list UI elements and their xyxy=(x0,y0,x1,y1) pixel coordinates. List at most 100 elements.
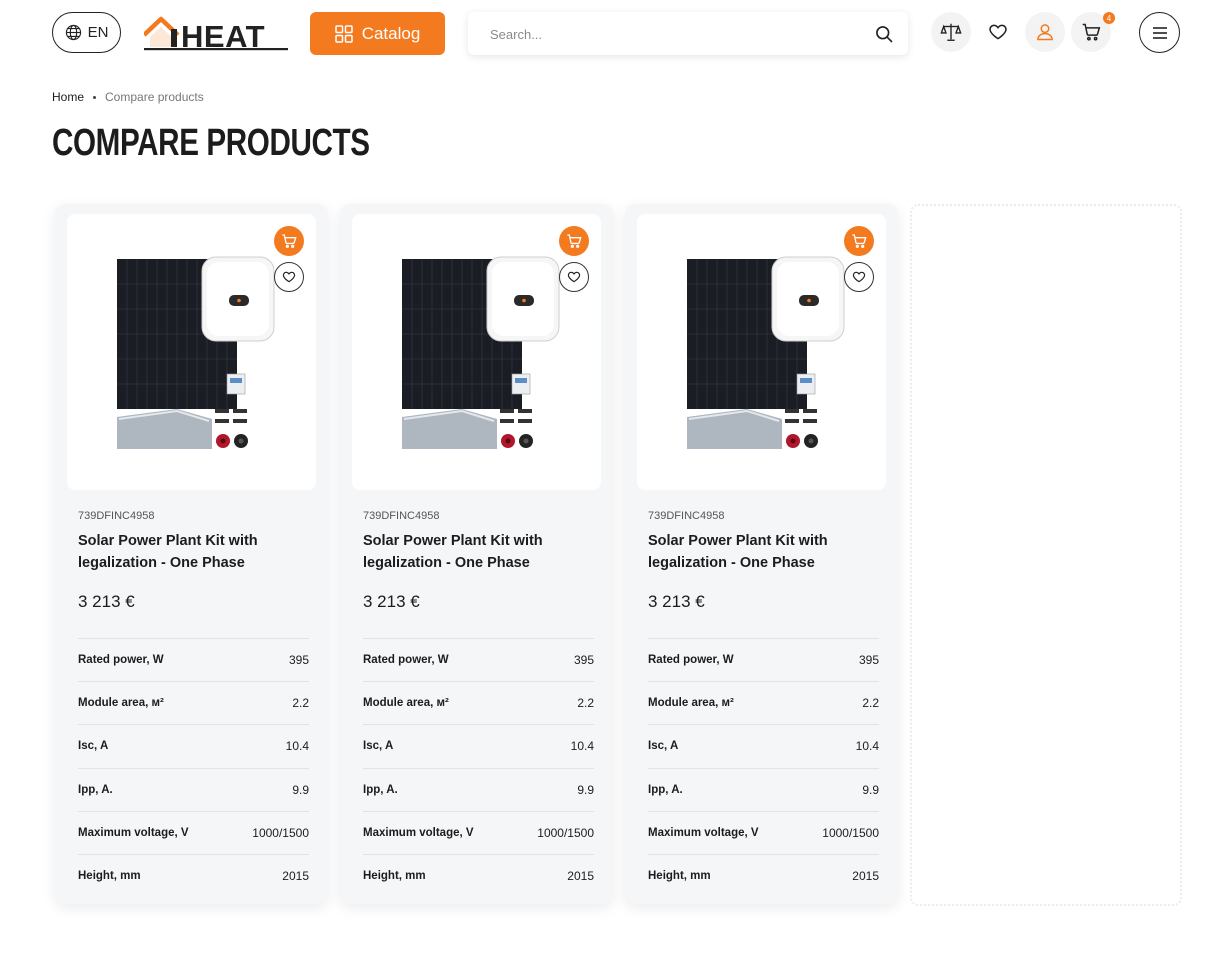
spec-row: Height, mm 2015 xyxy=(363,853,594,897)
spec-row: Maximum voltage, V 1000/1500 xyxy=(363,810,594,854)
site-header: EN HEAT Catalog Search... 4 xyxy=(0,0,1230,66)
catalog-button[interactable]: Catalog xyxy=(310,12,445,55)
heart-icon xyxy=(282,271,296,283)
product-name[interactable]: Solar Power Plant Kit with legalization … xyxy=(363,530,583,574)
site-logo[interactable]: HEAT xyxy=(142,15,288,54)
add-to-favorites-button[interactable] xyxy=(274,262,304,292)
spec-label: Rated power, W xyxy=(78,654,164,667)
spec-label: Maximum voltage, V xyxy=(648,826,759,839)
product-image[interactable] xyxy=(67,214,316,490)
product-name[interactable]: Solar Power Plant Kit with legalization … xyxy=(648,530,868,574)
favorites-button[interactable] xyxy=(978,12,1018,52)
spec-label: Isc, A xyxy=(363,740,394,753)
spec-label: Ipp, A. xyxy=(648,783,683,796)
spec-label: Maximum voltage, V xyxy=(78,826,189,839)
globe-icon xyxy=(65,24,81,41)
spec-value: 2015 xyxy=(852,869,879,884)
spec-value: 2.2 xyxy=(292,696,309,711)
product-card: 739DFINC4958 Solar Power Plant Kit with … xyxy=(625,204,898,904)
add-to-favorites-button[interactable] xyxy=(559,262,589,292)
spec-value: 10.4 xyxy=(285,739,309,754)
breadcrumb-current: Compare products xyxy=(105,90,204,104)
catalog-label: Catalog xyxy=(361,23,421,43)
spec-label: Rated power, W xyxy=(363,654,449,667)
spec-row: Ipp, A. 9.9 xyxy=(363,767,594,811)
product-card: 739DFINC4958 Solar Power Plant Kit with … xyxy=(55,204,328,904)
search-bar xyxy=(468,12,908,55)
language-switcher[interactable]: EN xyxy=(52,12,121,53)
hamburger-icon xyxy=(1152,26,1167,39)
compare-button[interactable] xyxy=(931,12,971,52)
product-image[interactable] xyxy=(352,214,601,490)
spec-row: Maximum voltage, V 1000/1500 xyxy=(648,810,879,854)
heart-icon xyxy=(567,271,581,283)
spec-value: 9.9 xyxy=(577,782,594,797)
spec-row: Rated power, W 395 xyxy=(363,638,594,681)
menu-button[interactable] xyxy=(1139,12,1180,53)
spec-row: Ipp, A. 9.9 xyxy=(78,767,309,811)
add-to-cart-button[interactable] xyxy=(274,226,304,256)
product-image[interactable] xyxy=(637,214,886,490)
account-button[interactable] xyxy=(1025,12,1065,52)
breadcrumb-home-link[interactable]: Home xyxy=(52,90,84,104)
spec-label: Isc, A xyxy=(648,740,679,753)
spec-table: Rated power, W 395 Module area, м² 2.2 Isc… xyxy=(648,638,879,897)
spec-value: 2.2 xyxy=(862,696,879,711)
spec-value: 395 xyxy=(288,653,309,668)
spec-value: 2015 xyxy=(282,869,309,884)
spec-row: Module area, м² 2.2 xyxy=(648,681,879,724)
add-to-favorites-button[interactable] xyxy=(844,262,874,292)
spec-label: Ipp, A. xyxy=(363,783,398,796)
spec-row: Height, mm 2015 xyxy=(648,853,879,897)
page-title: COMPARE PRODUCTS xyxy=(52,122,370,164)
spec-table: Rated power, W 395 Module area, м² 2.2 Isc… xyxy=(363,638,594,897)
heart-icon xyxy=(989,24,1007,40)
cart-icon xyxy=(852,234,867,248)
add-to-cart-button[interactable] xyxy=(559,226,589,256)
spec-row: Rated power, W 395 xyxy=(78,638,309,681)
product-price: 3 213 € xyxy=(363,592,420,611)
spec-label: Module area, м² xyxy=(78,697,164,710)
spec-label: Isc, A xyxy=(78,740,109,753)
spec-label: Maximum voltage, V xyxy=(363,826,474,839)
spec-row: Module area, м² 2.2 xyxy=(363,681,594,724)
spec-label: Height, mm xyxy=(78,870,141,883)
spec-value: 1000/1500 xyxy=(252,825,309,840)
spec-value: 10.4 xyxy=(855,739,879,754)
search-icon[interactable] xyxy=(874,24,894,44)
product-price: 3 213 € xyxy=(78,592,135,611)
cart-icon xyxy=(567,234,582,248)
spec-row: Maximum voltage, V 1000/1500 xyxy=(78,810,309,854)
spec-value: 1000/1500 xyxy=(537,825,594,840)
product-sku: 739DFINC4958 xyxy=(648,510,725,522)
spec-row: Isc, A 10.4 xyxy=(363,724,594,767)
product-card: 739DFINC4958 Solar Power Plant Kit with … xyxy=(340,204,613,904)
scales-icon xyxy=(940,23,962,41)
heart-icon xyxy=(852,271,866,283)
spec-value: 395 xyxy=(858,653,879,668)
spec-row: Isc, A 10.4 xyxy=(648,724,879,767)
spec-value: 1000/1500 xyxy=(822,825,879,840)
spec-value: 2015 xyxy=(567,869,594,884)
spec-value: 9.9 xyxy=(292,782,309,797)
search-input[interactable] xyxy=(490,23,850,45)
spec-value: 10.4 xyxy=(570,739,594,754)
spec-row: Rated power, W 395 xyxy=(648,638,879,681)
spec-label: Height, mm xyxy=(648,870,711,883)
spec-label: Rated power, W xyxy=(648,654,734,667)
cart-icon xyxy=(282,234,297,248)
spec-value: 395 xyxy=(573,653,594,668)
product-price: 3 213 € xyxy=(648,592,705,611)
breadcrumb: Home Compare products xyxy=(52,90,204,104)
spec-row: Isc, A 10.4 xyxy=(78,724,309,767)
spec-row: Ipp, A. 9.9 xyxy=(648,767,879,811)
product-sku: 739DFINC4958 xyxy=(78,510,155,522)
add-to-cart-button[interactable] xyxy=(844,226,874,256)
product-name[interactable]: Solar Power Plant Kit with legalization … xyxy=(78,530,298,574)
spec-label: Module area, м² xyxy=(363,697,449,710)
spec-table: Rated power, W 395 Module area, м² 2.2 Isc… xyxy=(78,638,309,897)
grid-icon xyxy=(334,24,353,43)
cart-icon xyxy=(1082,23,1101,41)
spec-label: Ipp, A. xyxy=(78,783,113,796)
spec-label: Module area, м² xyxy=(648,697,734,710)
